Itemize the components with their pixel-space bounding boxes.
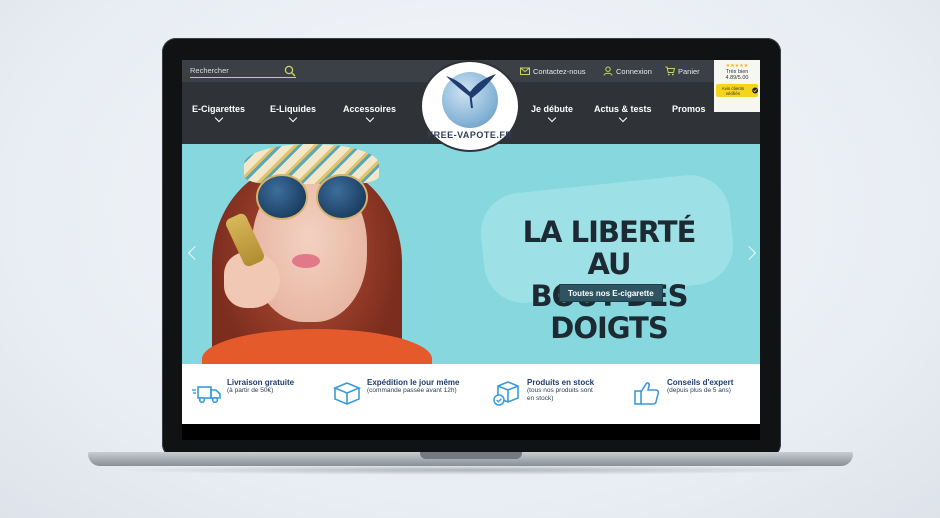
feature-title: Livraison gratuite [227,378,295,387]
nav-label: Actus & tests [594,104,652,114]
cart-label: Panier [678,66,700,76]
thumbs-up-icon [634,382,660,405]
search-icon[interactable] [284,65,296,77]
sunglasses-left-lens [256,174,308,220]
shipping-box-icon [332,382,362,405]
all-ecigarettes-button[interactable]: Toutes nos E-cigarette [559,284,663,302]
contact-label: Contactez-nous [533,66,586,76]
laptop-screen: Contactez-nous Connexion Panier ★★★★★ Tr… [182,60,760,440]
nav-label: Je débute [531,104,574,114]
cart-link[interactable]: Panier [665,66,700,76]
search-bar [190,64,296,78]
cart-icon [665,66,675,76]
feature-title: Expédition le jour même [367,378,460,387]
rating-score: 4.89/5.00 [725,75,749,81]
headline-line-1: LA LIBERTÉ AU [522,215,697,281]
carousel-next-icon[interactable] [741,245,757,261]
stock-box-icon [493,381,519,406]
user-icon [603,66,613,76]
contact-link[interactable]: Contactez-nous [520,66,586,76]
feature-subtitle: (depuis plus de 5 ans) [667,387,731,394]
chevron-down-icon [365,113,374,123]
laptop-shadow [110,465,830,475]
screen-bottom-bezel [182,424,760,440]
nav-label: E-Liquides [270,104,317,114]
site-logo[interactable]: FREE-VAPOTE.FR [422,62,518,150]
login-link[interactable]: Connexion [603,66,652,76]
feature-expert-advice: Conseils d'expert (depuis plus de 5 ans) [632,378,733,408]
hero-banner[interactable]: LA LIBERTÉ AU BOUT DES DOIGTS Toutes nos… [182,144,760,364]
laptop-notch [420,452,522,459]
feature-title: Produits en stock [527,378,595,387]
feature-title: Conseils d'expert [667,378,734,387]
nav-label: Promos [672,104,706,114]
envelope-icon [520,67,530,75]
bird-icon [446,74,496,109]
hero-headline: LA LIBERTÉ AU BOUT DES DOIGTS [500,216,718,344]
chevron-down-icon [214,113,223,123]
check-icon [751,87,758,94]
feature-free-delivery: Livraison gratuite (à partir de 50€) [192,378,294,408]
feature-subtitle-2: en stock) [527,395,554,402]
chevron-down-icon [618,113,627,123]
sunglasses-right-lens [316,174,368,220]
nav-item-actus-tests[interactable]: Actus & tests [594,104,652,123]
carousel-prev-icon[interactable] [187,245,203,261]
verified-reviews-badge: Avis clients vérifiés [716,84,758,97]
nav-item-e-liquides[interactable]: E-Liquides [270,104,317,123]
logo-text: FREE-VAPOTE.FR [427,130,513,140]
search-input[interactable] [190,66,280,75]
model-bandana [244,144,379,184]
site-header: Contactez-nous Connexion Panier ★★★★★ Tr… [182,60,760,150]
features-strip: Livraison gratuite (à partir de 50€) Exp… [182,364,760,424]
feature-in-stock: Produits en stock (tous nos produits son… [492,378,594,408]
nav-item-accessoires[interactable]: Accessoires [343,104,396,123]
chevron-down-icon [547,113,557,123]
customer-rating-widget[interactable]: ★★★★★ Très bien 4.89/5.00 Avis clients v… [714,60,760,112]
nav-item-promos[interactable]: Promos [672,104,706,114]
chevron-down-icon [288,113,298,123]
nav-item-e-cigarettes[interactable]: E-Cigarettes [192,104,245,123]
delivery-truck-icon [192,386,221,404]
feature-subtitle: (commande passée avant 12h) [367,387,457,394]
feature-subtitle: (tous nos produits sont [527,387,593,394]
login-label: Connexion [616,66,652,76]
feature-subtitle: (à partir de 50€) [227,387,274,394]
feature-same-day-shipping: Expédition le jour même (commande passée… [332,378,459,408]
model-lips [292,254,320,268]
nav-item-je-debute[interactable]: Je débute [531,104,574,123]
badge-label: Avis clients vérifiés [721,85,745,96]
